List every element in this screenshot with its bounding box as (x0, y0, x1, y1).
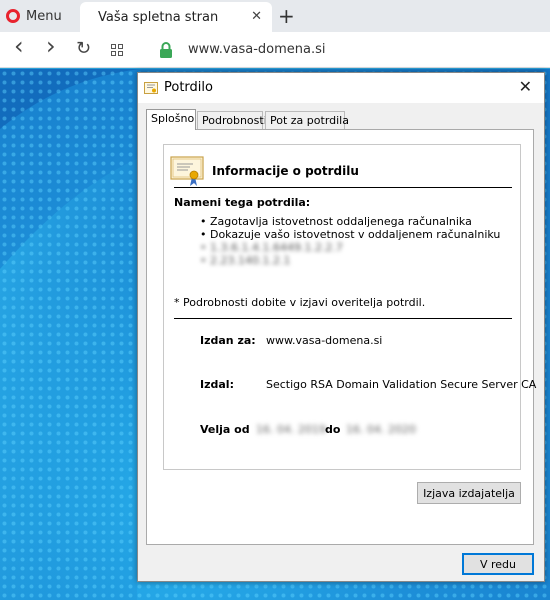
opera-menu-button[interactable]: Menu (6, 0, 76, 32)
new-tab-icon[interactable]: + (278, 4, 295, 28)
ok-button[interactable]: V redu (462, 553, 534, 575)
menu-label: Menu (26, 8, 62, 24)
browser-tab[interactable]: Vaša spletna stran ✕ (80, 2, 272, 32)
issued-by-label: Izdal: (200, 378, 234, 391)
speed-dial-icon[interactable] (111, 44, 123, 56)
general-tab-panel: Informacije o potrdilu Nameni tega potrd… (146, 129, 536, 545)
forward-icon[interactable]: › (46, 34, 56, 58)
url-field[interactable]: www.vasa-domena.si (188, 42, 326, 57)
info-title: Informacije o potrdilu (212, 164, 359, 178)
purpose-item-redacted: • 1.3.6.1.4.1.6449.1.2.2.7 (200, 241, 343, 254)
issued-to-value: www.vasa-domena.si (266, 334, 383, 347)
purposes-title: Nameni tega potrdila: (174, 196, 311, 209)
certificate-icon (170, 156, 204, 186)
certificate-info-box: Informacije o potrdilu Nameni tega potrd… (163, 144, 536, 470)
purpose-item: • Zagotavlja istovetnost oddaljenega rač… (200, 215, 472, 228)
valid-from-label: Velja od (200, 423, 250, 436)
issuer-note: * Podrobnosti dobite v izjavi overitelja… (174, 296, 426, 309)
issued-to-label: Izdan za: (200, 334, 256, 347)
purpose-item: • Dokazuje vašo istovetnost v oddaljenem… (200, 228, 501, 241)
certificate-dialog: Potrdilo ✕ Splošno Podrobnosti Pot za po… (137, 72, 545, 582)
dialog-title-bar: Potrdilo ✕ (138, 73, 544, 103)
address-bar: ‹ › ↻ www.vasa-domena.si (0, 32, 550, 68)
tab-title: Vaša spletna stran (98, 9, 219, 25)
issuer-statement-button[interactable]: Izjava izdajatelja (417, 482, 521, 504)
tab-details[interactable]: Podrobnosti (197, 111, 267, 129)
dialog-title: Potrdilo (164, 80, 213, 95)
valid-to-label: do (325, 423, 341, 436)
tab-close-icon[interactable]: ✕ (251, 9, 262, 24)
certificate-icon (144, 82, 158, 94)
opera-logo-icon (6, 9, 20, 23)
purpose-item-redacted: • 2.23.140.1.2.1 (200, 254, 291, 267)
tab-certification-path[interactable]: Pot za potrdila (265, 111, 349, 129)
browser-tab-bar: Menu Vaša spletna stran ✕ + (0, 0, 550, 32)
back-icon[interactable]: ‹ (14, 34, 24, 58)
tab-general[interactable]: Splošno (146, 109, 196, 130)
divider (174, 318, 512, 319)
divider (174, 187, 512, 188)
valid-from-value: 16. 04. 2019 (256, 423, 326, 436)
issued-by-value: Sectigo RSA Domain Validation Secure Ser… (266, 378, 537, 391)
valid-to-value: 16. 04. 2020 (346, 423, 416, 436)
lock-icon[interactable] (159, 42, 173, 58)
close-icon[interactable]: ✕ (519, 77, 532, 96)
reload-icon[interactable]: ↻ (76, 38, 91, 60)
